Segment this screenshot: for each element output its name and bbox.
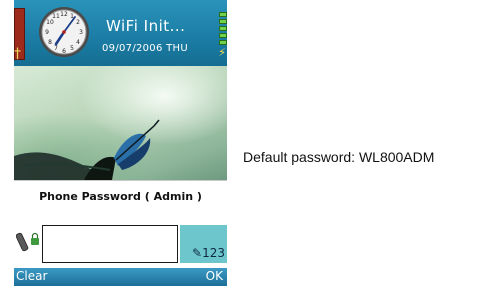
- butterfly-image: [14, 119, 160, 180]
- svg-text:4: 4: [76, 39, 80, 46]
- svg-text:9: 9: [45, 29, 49, 36]
- svg-text:2: 2: [76, 19, 80, 26]
- svg-text:7: 7: [54, 45, 58, 52]
- phone-lock-icon: [16, 232, 39, 252]
- softkey-bar: Clear OK: [14, 268, 227, 286]
- status-bar: † 12 1 2 345 678 9 10 11 WiFi Init... 09/07/…: [14, 0, 227, 66]
- phone-screen: † 12 1 2 345 678 9 10 11 WiFi Init... 09/07/…: [14, 0, 227, 286]
- input-mode-label: ✎123: [192, 246, 225, 260]
- charging-icon: ⚡: [218, 46, 226, 59]
- svg-text:6: 6: [62, 48, 66, 55]
- date-display: 09/07/2006 THU: [102, 43, 188, 54]
- dialog-title: Phone Password ( Admin ): [39, 190, 202, 203]
- screen-title: WiFi Init...: [106, 17, 186, 35]
- svg-text:11: 11: [52, 13, 60, 20]
- svg-text:5: 5: [70, 45, 74, 52]
- password-input[interactable]: [42, 225, 178, 263]
- signal-tower-icon: †: [14, 46, 21, 62]
- wallpaper: [14, 66, 227, 180]
- ok-softkey[interactable]: OK: [206, 269, 223, 283]
- password-dialog: Phone Password ( Admin ) ✎123: [14, 180, 227, 269]
- svg-text:12: 12: [60, 11, 68, 18]
- svg-text:3: 3: [79, 29, 83, 36]
- pen-icon: ✎: [192, 246, 203, 260]
- clear-softkey[interactable]: Clear: [16, 269, 47, 283]
- analog-clock-icon: 12 12 345 678 91011: [39, 7, 89, 57]
- svg-text:10: 10: [46, 19, 54, 26]
- svg-text:8: 8: [48, 39, 52, 46]
- input-mode-indicator[interactable]: ✎123: [180, 225, 227, 263]
- default-password-caption: Default password: WL800ADM: [243, 149, 435, 165]
